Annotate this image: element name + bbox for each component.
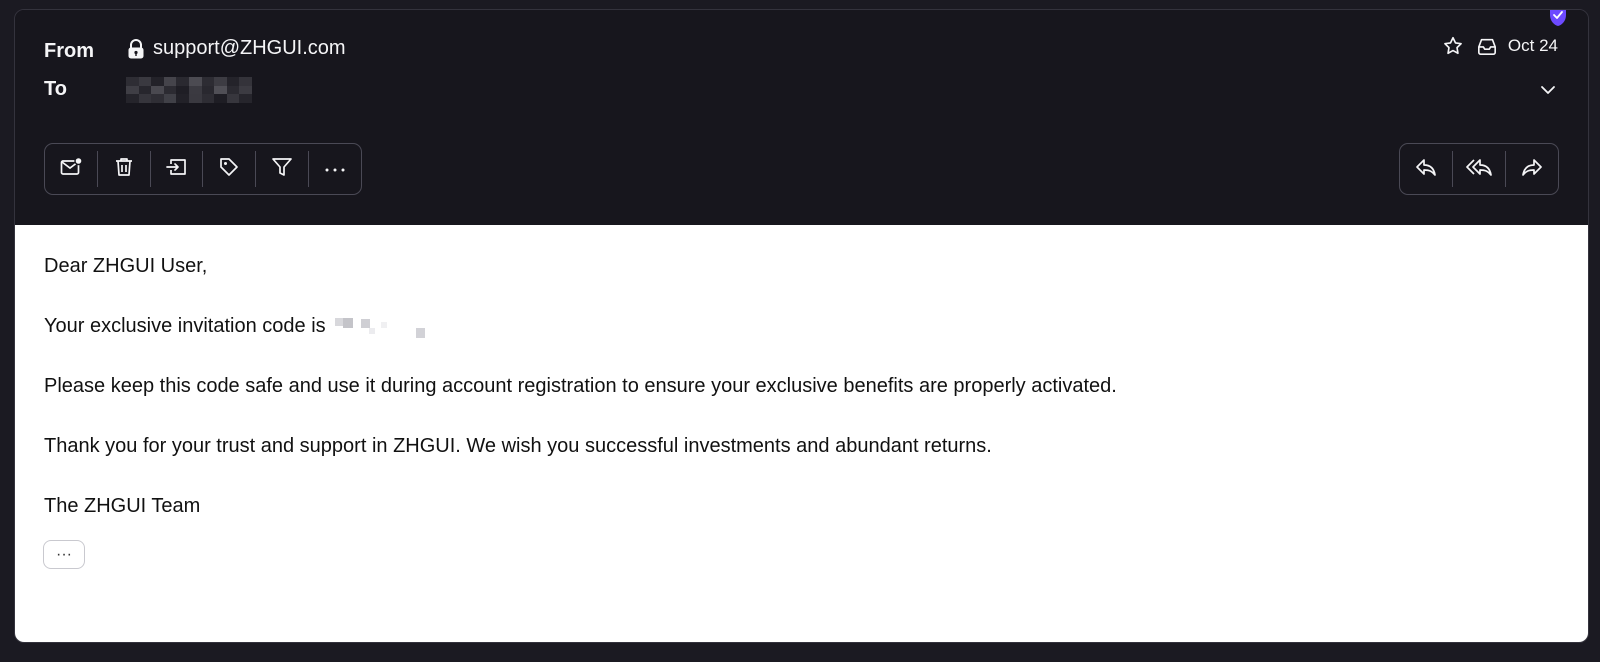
forward-button[interactable] <box>1506 151 1558 187</box>
to-label: To <box>44 78 67 100</box>
signature: The ZHGUI Team <box>44 495 201 517</box>
recipient-redacted <box>126 77 252 103</box>
from-label: From <box>44 40 94 62</box>
lock-icon <box>127 38 145 59</box>
star-icon[interactable] <box>1442 35 1464 57</box>
inbox-icon <box>1476 36 1498 56</box>
paragraph-safety: Please keep this code safe and use it du… <box>44 375 1117 397</box>
sender[interactable]: support@ZHGUI.com <box>127 37 346 60</box>
message-body: Dear ZHGUI User, Your exclusive invitati… <box>15 225 1588 642</box>
reply-icon <box>1414 156 1438 183</box>
reply-button[interactable] <box>1400 151 1453 187</box>
reply-all-icon <box>1466 156 1492 183</box>
invitation-code-redacted <box>331 316 426 338</box>
reply-toolbar <box>1399 143 1559 195</box>
email-header: From support@ZHGUI.com To Oct 24 <box>15 10 1588 229</box>
tag-icon <box>218 156 240 183</box>
invitation-code-text: Your exclusive invitation code is <box>44 315 326 337</box>
invitation-code-line: Your exclusive invitation code is <box>44 315 426 338</box>
chevron-down-icon[interactable] <box>1540 82 1556 100</box>
message-actions-toolbar <box>44 143 362 195</box>
more-actions-button[interactable] <box>309 151 361 187</box>
move-button[interactable] <box>151 151 204 187</box>
message-date: Oct 24 <box>1507 36 1558 55</box>
forward-icon <box>1520 156 1544 183</box>
mail-dot-icon <box>59 156 83 183</box>
show-quoted-button[interactable]: ··· <box>43 540 85 569</box>
filter-icon <box>271 156 293 183</box>
reply-all-button[interactable] <box>1453 151 1506 187</box>
move-to-folder-icon <box>165 156 189 183</box>
verified-shield-icon <box>1548 10 1568 33</box>
trash-icon <box>113 156 135 183</box>
ellipsis-icon <box>324 160 346 178</box>
filter-button[interactable] <box>256 151 310 187</box>
email-viewer: From support@ZHGUI.com To Oct 24 Dear ZH… <box>14 9 1589 643</box>
label-button[interactable] <box>203 151 257 187</box>
header-meta: Oct 24 <box>1442 35 1558 57</box>
greeting: Dear ZHGUI User, <box>44 255 208 277</box>
mark-unread-button[interactable] <box>45 151 98 187</box>
sender-email: support@ZHGUI.com <box>153 37 346 59</box>
delete-button[interactable] <box>98 151 151 187</box>
paragraph-thanks: Thank you for your trust and support in … <box>44 435 992 457</box>
